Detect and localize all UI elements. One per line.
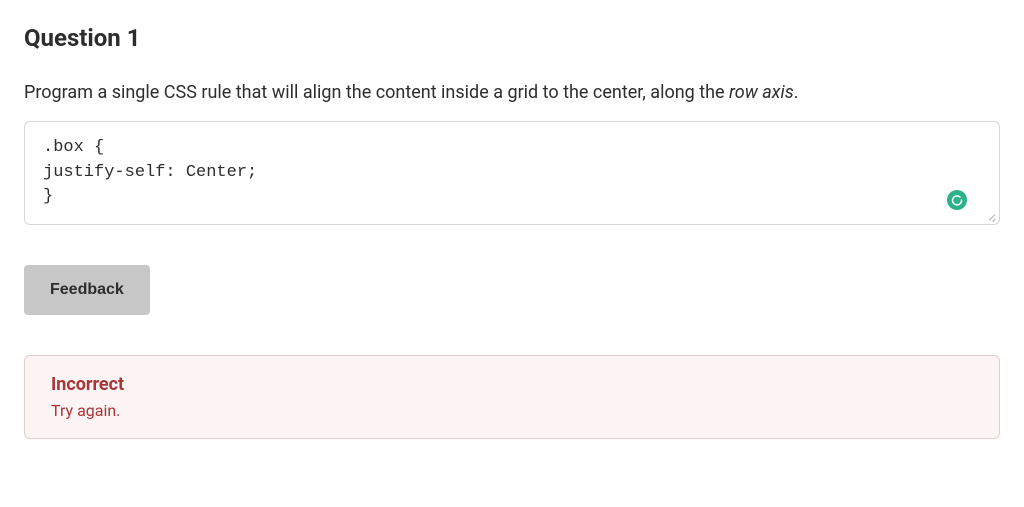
- grammarly-icon[interactable]: [947, 190, 967, 210]
- feedback-status: Incorrect: [51, 374, 973, 395]
- question-title: Question 1: [24, 24, 1000, 52]
- feedback-message: Try again.: [51, 401, 973, 420]
- code-input[interactable]: .box { justify-self: Center; }: [24, 121, 1000, 225]
- feedback-button[interactable]: Feedback: [24, 265, 150, 315]
- question-prompt: Program a single CSS rule that will alig…: [24, 80, 1000, 105]
- prompt-italic: row axis: [729, 82, 794, 103]
- feedback-panel: Incorrect Try again.: [24, 355, 1000, 439]
- code-input-value: .box { justify-self: Center; }: [43, 136, 981, 210]
- resize-handle-icon: [985, 210, 997, 222]
- prompt-text-before: Program a single CSS rule that will alig…: [24, 82, 729, 103]
- prompt-text-after: .: [794, 82, 799, 103]
